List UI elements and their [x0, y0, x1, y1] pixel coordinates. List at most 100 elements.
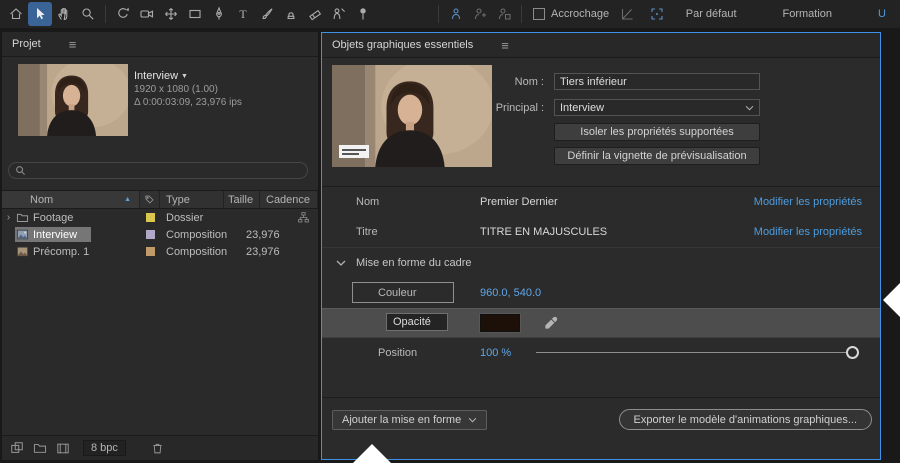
composition-icon [15, 246, 30, 257]
workspace-overflow[interactable]: U [878, 8, 886, 20]
property-value[interactable]: 100 % [480, 347, 511, 359]
camera-tool-icon[interactable] [135, 2, 159, 26]
master-field-label: Principal : [474, 102, 544, 114]
project-panel-footer: 8 bpc [2, 435, 318, 460]
property-row-position[interactable]: Position 100 % [322, 338, 880, 368]
pen-tool-icon[interactable] [207, 2, 231, 26]
property-row-dragging[interactable]: Opacité [322, 308, 880, 338]
toolbar-separator [438, 5, 439, 23]
essential-graphics-footer: Ajouter la mise en forme Exporter le mod… [322, 397, 880, 460]
color-swatch[interactable] [480, 314, 520, 332]
roto-brush-tool-icon[interactable] [327, 2, 351, 26]
zoom-tool-icon[interactable] [76, 2, 100, 26]
name-field-label: Nom : [474, 76, 544, 88]
project-tab[interactable]: Projet [12, 38, 41, 50]
brush-tool-icon[interactable] [255, 2, 279, 26]
tutorial-arrow-up-pointing [353, 444, 391, 463]
column-header-rate[interactable]: Cadence [260, 191, 318, 208]
item-name: Footage [33, 212, 73, 224]
home-icon[interactable] [4, 2, 28, 26]
property-row-color[interactable]: Couleur 960.0, 540.0 [322, 278, 880, 308]
property-group-row[interactable]: Mise en forme du cadre [322, 248, 880, 278]
item-name: Interview [33, 229, 77, 241]
workspace-tab-formation[interactable]: Formation [783, 8, 833, 20]
table-row-precomp[interactable]: Précomp. 1 Composition 23,976 [2, 243, 318, 260]
property-row-name[interactable]: Nom Premier Dernier Modifier les proprié… [322, 187, 880, 217]
group-label: Mise en forme du cadre [356, 257, 472, 269]
selected-row-highlight: Interview [15, 227, 91, 242]
pan-behind-tool-icon[interactable] [159, 2, 183, 26]
property-value[interactable]: 960.0, 540.0 [480, 287, 541, 299]
panel-menu-icon[interactable]: ≡ [501, 39, 509, 52]
column-header-label[interactable] [140, 191, 160, 208]
chevron-down-icon [468, 417, 477, 423]
toolbar-separator [105, 5, 106, 23]
after-effects-window: T Accrochage [0, 0, 900, 463]
column-header-size[interactable]: Taille [224, 191, 260, 208]
clone-stamp-tool-icon[interactable] [279, 2, 303, 26]
puppet-pin-tool-icon[interactable] [351, 2, 375, 26]
project-items-table: Nom ▲ Type Taille Cadence › Footage [2, 190, 318, 260]
selected-item-metadata: Interview▼ 1920 x 1080 (1.00) Δ 0:00:03:… [134, 70, 242, 109]
selected-item-name[interactable]: Interview [134, 70, 178, 82]
slider-track [536, 352, 850, 353]
label-color-swatch[interactable] [146, 247, 155, 256]
snapping-label: Accrochage [551, 8, 609, 20]
hand-tool-icon[interactable] [52, 2, 76, 26]
chevron-down-icon[interactable] [336, 260, 346, 267]
shape-tool-icon[interactable] [183, 2, 207, 26]
selection-tool-icon[interactable] [28, 2, 52, 26]
lower-third-overlay [339, 145, 369, 158]
snap-angle-icon[interactable] [615, 2, 639, 26]
property-value[interactable]: TITRE EN MAJUSCULES [480, 226, 607, 238]
export-motion-graphics-template-button[interactable]: Exporter le modèle d'animations graphiqu… [619, 409, 872, 430]
column-header-type[interactable]: Type [160, 191, 224, 208]
drag-ghost-label: Opacité [386, 313, 448, 331]
search-input[interactable] [8, 162, 308, 179]
eraser-tool-icon[interactable] [303, 2, 327, 26]
name-input[interactable]: Tiers inférieur [554, 73, 760, 90]
essential-graphics-tab[interactable]: Objets graphiques essentiels [332, 39, 473, 51]
slider-knob[interactable] [846, 346, 859, 359]
workspace-tab-default[interactable]: Par défaut [686, 8, 737, 20]
item-type: Composition [160, 226, 224, 243]
property-row-title[interactable]: Titre TITRE EN MAJUSCULES Modifier les p… [322, 217, 880, 248]
color-depth-button[interactable]: 8 bpc [83, 440, 126, 456]
expand-arrow-icon[interactable]: › [2, 209, 15, 226]
type-tool-icon[interactable]: T [231, 2, 255, 26]
project-panel-header: Projet ≡ [2, 32, 318, 57]
edit-properties-link[interactable]: Modifier les propriétés [754, 196, 862, 208]
selected-item-dimensions: 1920 x 1080 (1.00) [134, 83, 242, 96]
rotation-tool-icon[interactable] [111, 2, 135, 26]
property-value[interactable]: Premier Dernier [480, 196, 558, 208]
project-preview-thumbnail [18, 64, 128, 136]
new-composition-icon[interactable] [56, 442, 70, 455]
new-folder-icon[interactable] [33, 442, 47, 454]
label-color-swatch[interactable] [146, 213, 155, 222]
eyedropper-icon[interactable] [544, 316, 558, 330]
label-color-swatch[interactable] [146, 230, 155, 239]
table-row-footage[interactable]: › Footage Dossier [2, 209, 318, 226]
table-row-interview[interactable]: Interview Composition 23,976 [2, 226, 318, 243]
essential-graphics-panel: Objets graphiques essentiels ≡ Nom : Tie… [321, 32, 881, 460]
item-name: Précomp. 1 [33, 246, 89, 258]
item-type: Composition [160, 243, 224, 260]
extra-tool-icon-2[interactable] [468, 2, 492, 26]
panel-menu-icon[interactable]: ≡ [69, 38, 77, 51]
column-header-name[interactable]: Nom ▲ [2, 191, 140, 208]
extra-tool-icon-3[interactable] [492, 2, 516, 26]
extra-tool-icon-1[interactable] [444, 2, 468, 26]
item-rate: 23,976 [246, 246, 280, 258]
snap-frame-icon[interactable] [645, 2, 669, 26]
tutorial-arrow-left-pointing [883, 283, 900, 317]
svg-text:T: T [239, 7, 247, 21]
add-formatting-button[interactable]: Ajouter la mise en forme [332, 410, 487, 430]
interpret-footage-icon[interactable] [10, 441, 24, 455]
selected-item-duration: Δ 0:00:03:09, 23,976 ips [134, 96, 242, 109]
isolate-supported-properties-button[interactable]: Isoler les propriétés supportées [554, 123, 760, 141]
master-comp-dropdown[interactable]: Interview [554, 99, 760, 116]
edit-properties-link[interactable]: Modifier les propriétés [754, 226, 862, 238]
snapping-checkbox[interactable] [533, 8, 545, 20]
set-poster-frame-button[interactable]: Définir la vignette de prévisualisation [554, 147, 760, 165]
trash-icon[interactable] [151, 441, 164, 455]
